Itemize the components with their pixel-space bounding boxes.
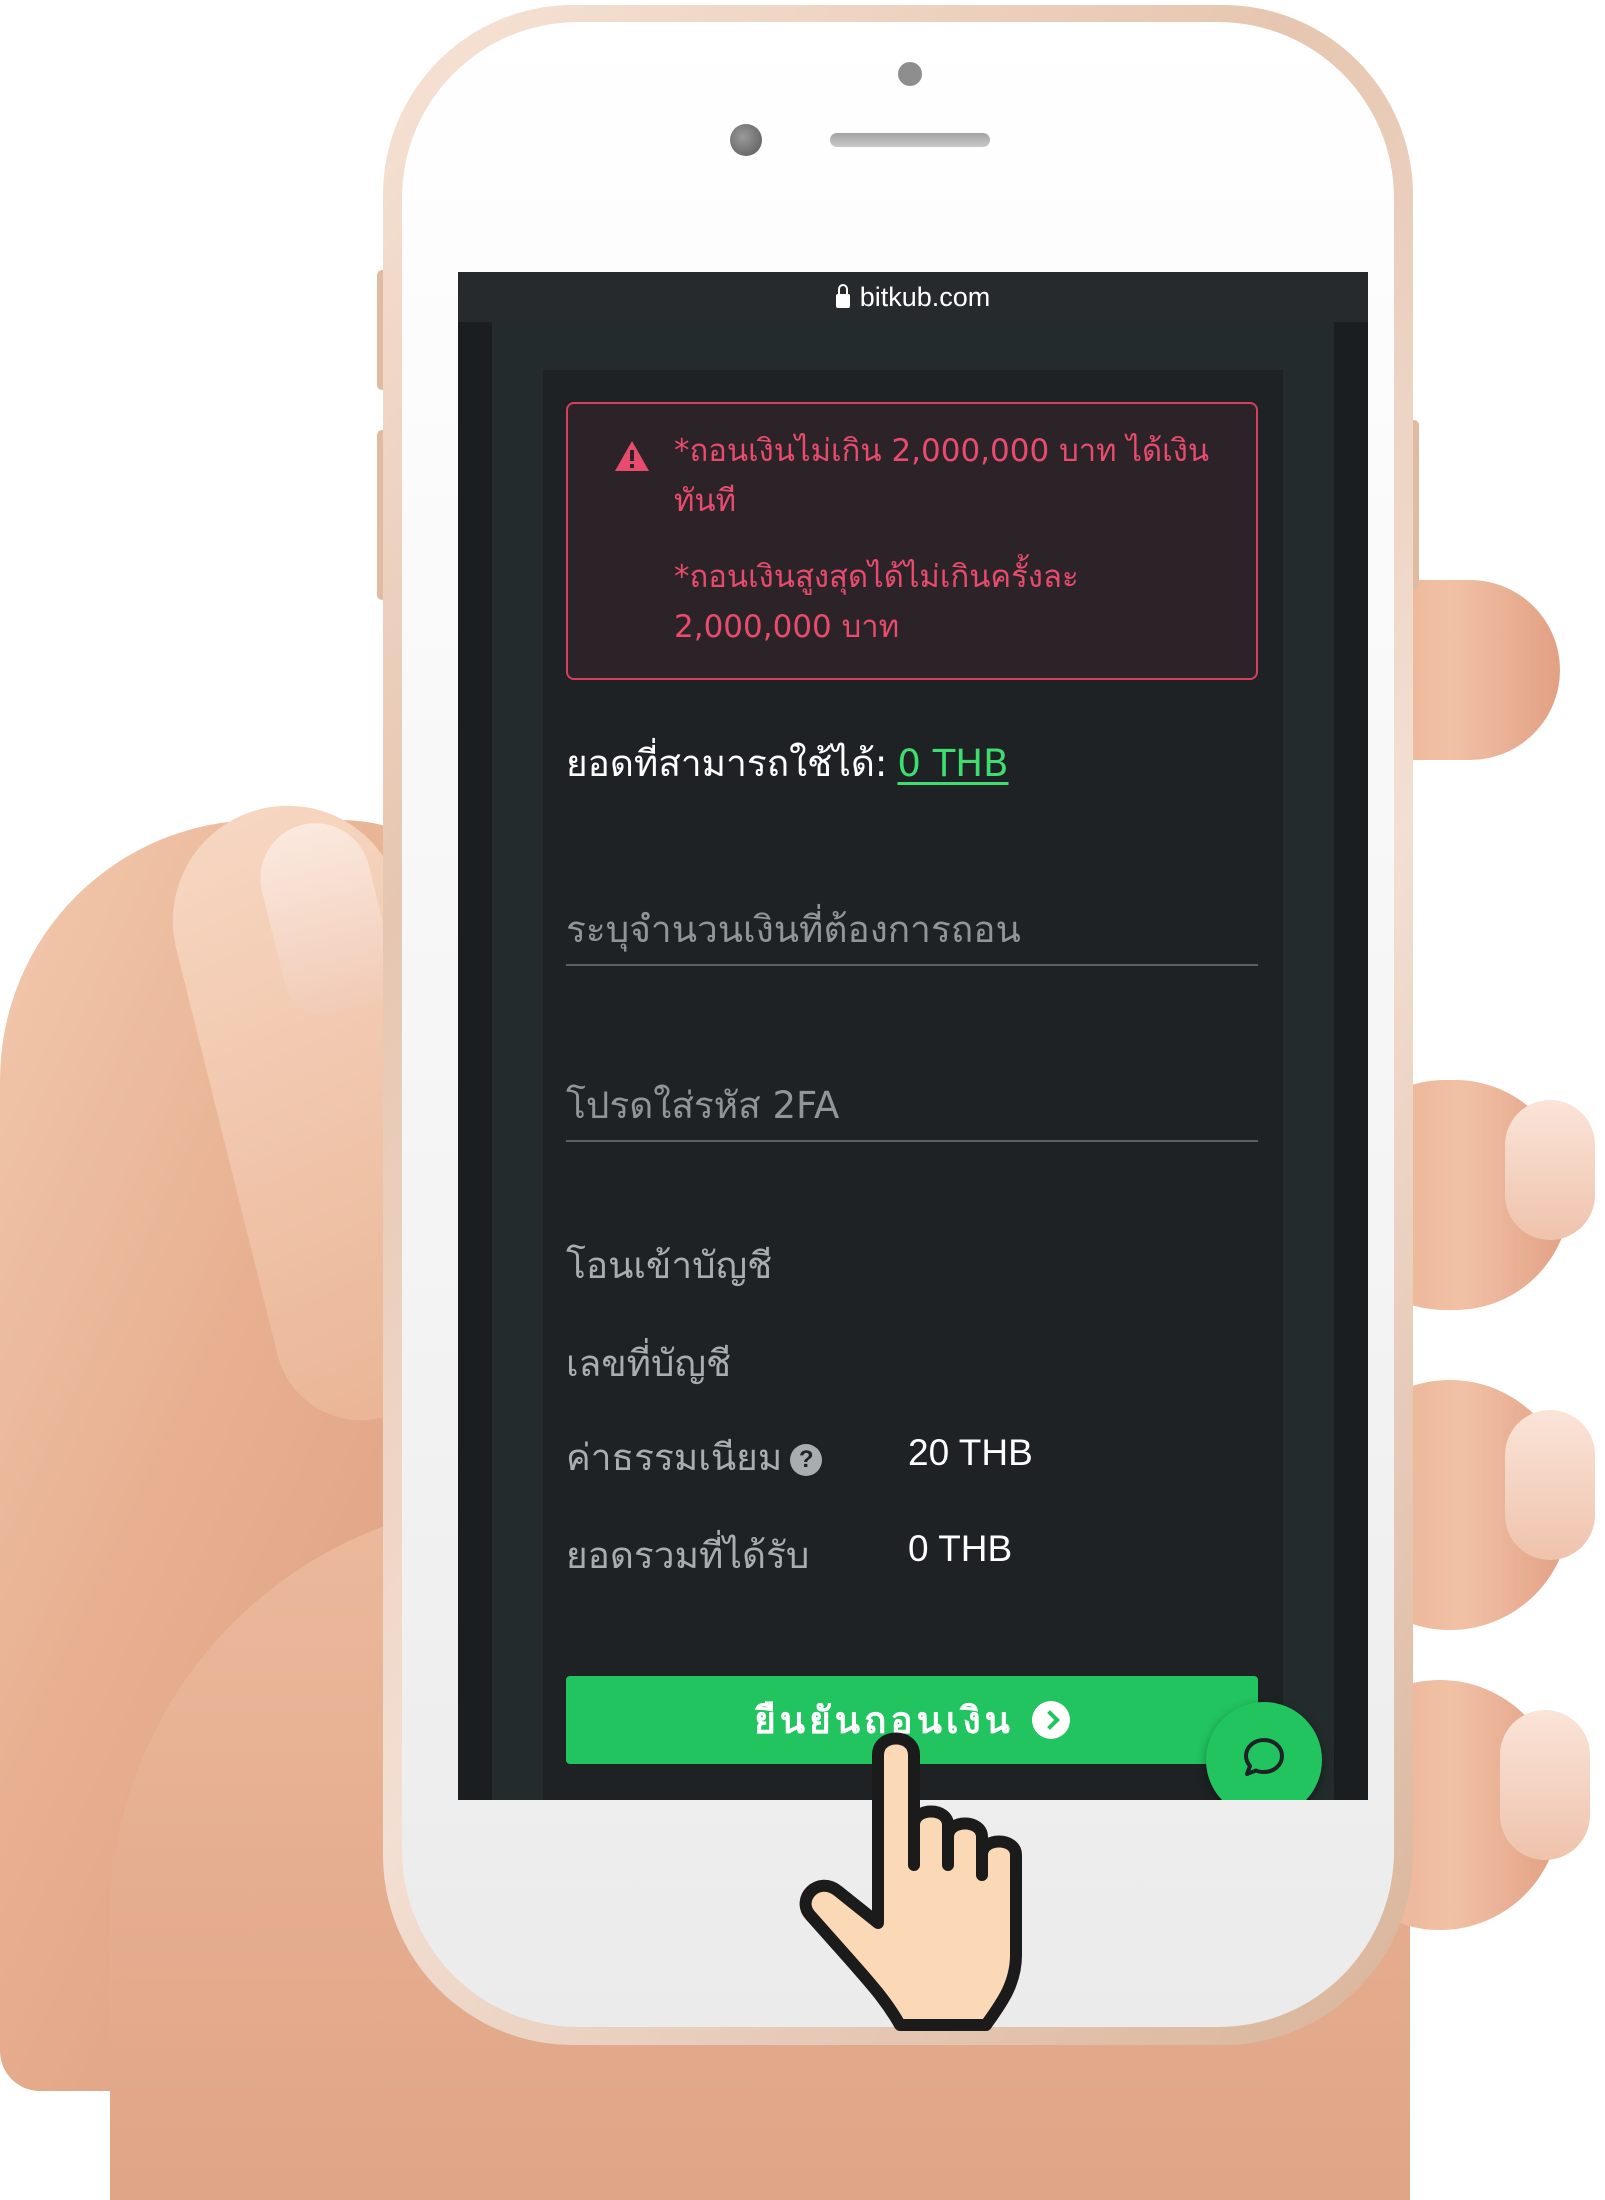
phone-speaker bbox=[830, 133, 990, 147]
available-balance-label: ยอดที่สามารถใช้ได้: bbox=[566, 742, 888, 785]
fee-value: 20 THB bbox=[908, 1432, 1033, 1473]
fee-row: ค่าธรรมเนียม? bbox=[566, 1428, 823, 1487]
alert-limit-instant: *ถอนเงินไม่เกิน 2,000,000 บาท ได้เงินทัน… bbox=[674, 433, 1210, 519]
browser-url-bar[interactable]: bitkub.com bbox=[458, 272, 1368, 322]
available-balance: ยอดที่สามารถใช้ได้: 0 THB bbox=[566, 734, 1009, 793]
url-text: bitkub.com bbox=[859, 281, 991, 312]
chat-bubble-icon bbox=[1244, 1738, 1284, 1776]
front-camera-icon bbox=[730, 124, 762, 156]
account-number-label: เลขที่บัญชี bbox=[566, 1342, 732, 1385]
fee-label: ค่าธรรมเนียม bbox=[566, 1436, 783, 1479]
twofa-code-input[interactable] bbox=[566, 1078, 1258, 1142]
question-circle-icon[interactable]: ? bbox=[790, 1443, 823, 1476]
withdraw-limit-alert: *ถอนเงินไม่เกิน 2,000,000 บาท ได้เงินทัน… bbox=[566, 402, 1258, 680]
phone-screen: bitkub.com *ถอนเงินไม่เกิน 2,000,000 บาท… bbox=[458, 272, 1368, 1800]
total-received-label: ยอดรวมที่ได้รับ bbox=[566, 1534, 810, 1577]
bank-account-label: โอนเข้าบัญชี bbox=[566, 1244, 773, 1287]
fingernail bbox=[1500, 1710, 1590, 1860]
warning-triangle-icon bbox=[615, 441, 649, 471]
alert-limit-max: *ถอนเงินสูงสุดได้ไม่เกินครั้งละ 2,000,00… bbox=[674, 559, 1079, 645]
fingernail bbox=[1505, 1100, 1595, 1240]
lock-icon bbox=[835, 284, 850, 308]
phone-sensor bbox=[898, 62, 922, 86]
available-balance-value[interactable]: 0 THB bbox=[897, 742, 1008, 785]
pointing-hand-icon bbox=[799, 1732, 1022, 2031]
total-received-value: 0 THB bbox=[908, 1528, 1013, 1569]
withdraw-amount-input[interactable] bbox=[566, 902, 1258, 966]
fingernail bbox=[1505, 1410, 1595, 1560]
